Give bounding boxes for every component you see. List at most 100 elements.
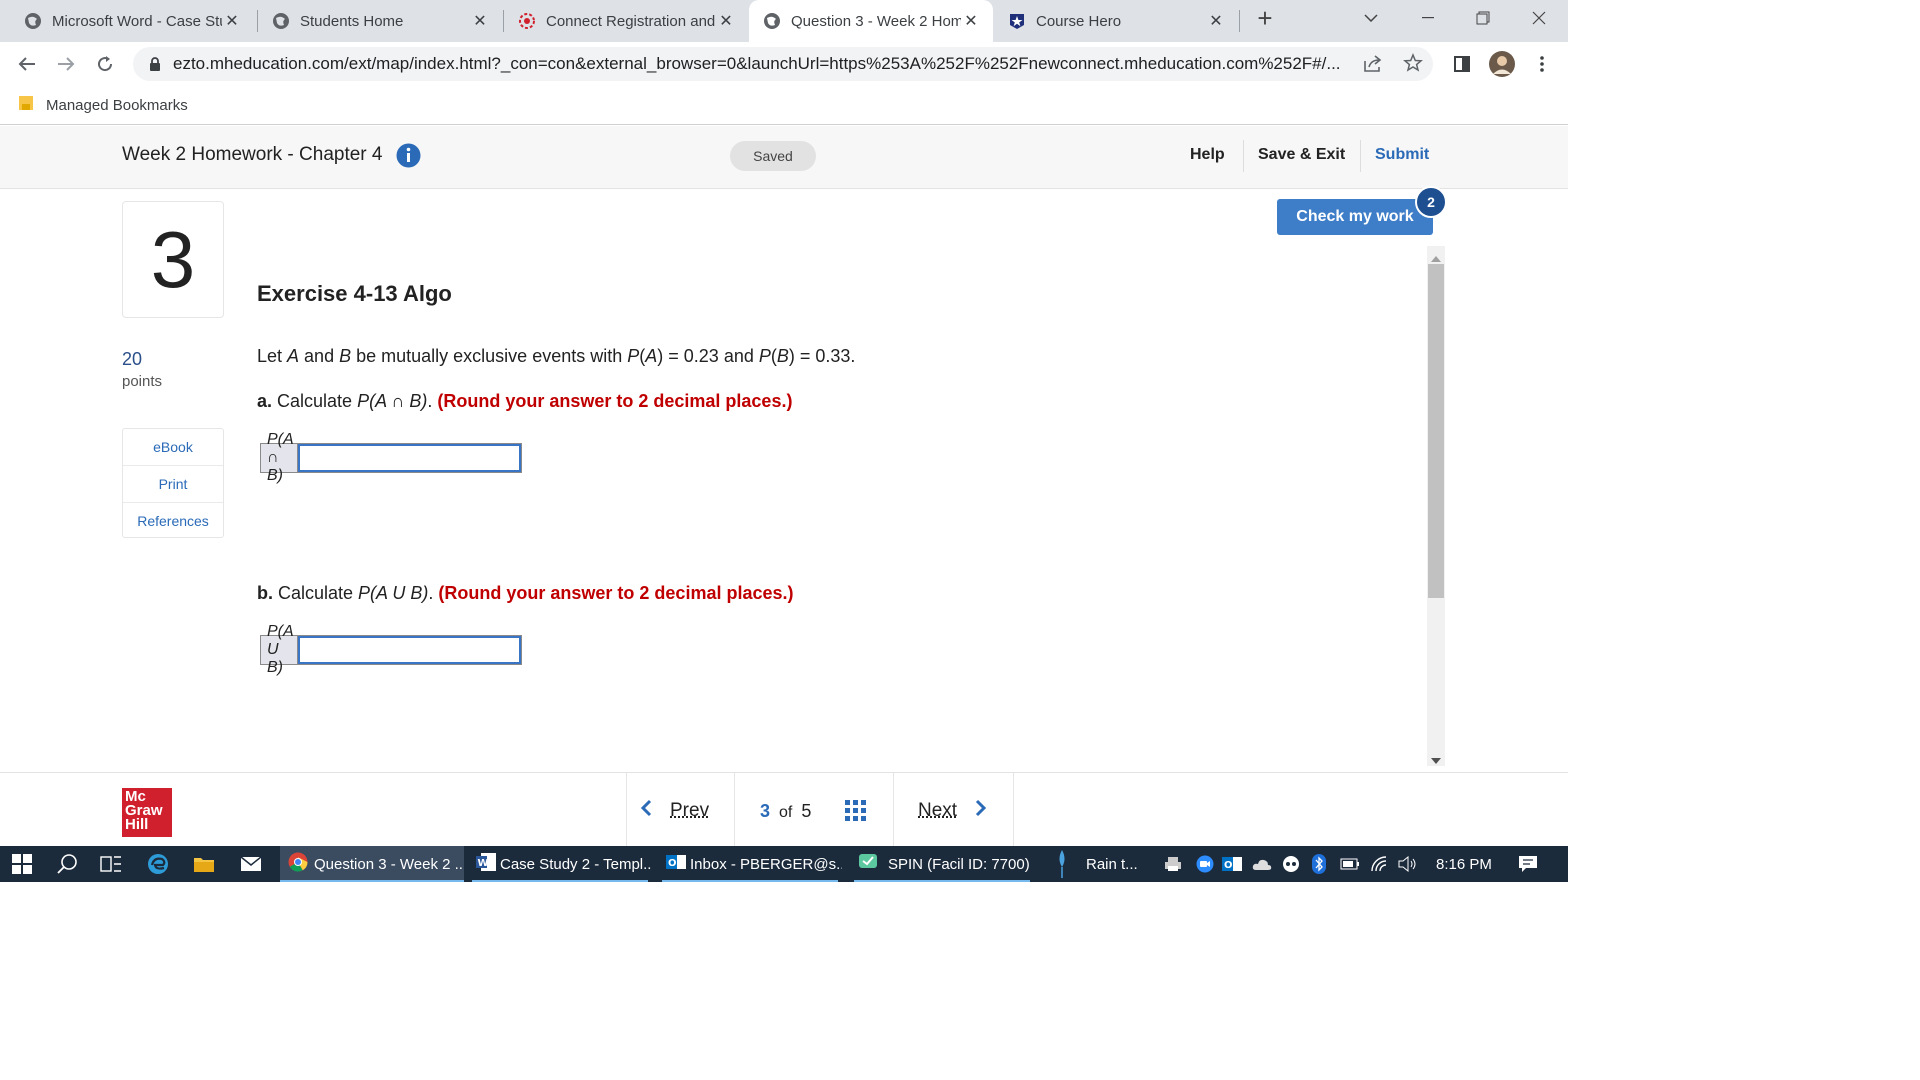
stem-text: ) = 0.33. [788,346,856,366]
outlook-tray-icon[interactable]: O [1222,846,1242,882]
back-arrow-icon[interactable] [9,42,45,86]
saved-status-badge: Saved [730,141,816,171]
edge-icon[interactable] [147,846,169,882]
prev-button[interactable]: Prev [640,799,709,822]
bluetooth-icon[interactable] [1312,846,1326,882]
browser-tab-students-home[interactable]: Students Home ✕ [258,0,502,42]
check-my-work-button[interactable]: Check my work [1277,199,1433,235]
clock-time[interactable]: 8:16 PM [1436,846,1492,882]
ebook-link[interactable]: eBook [123,429,223,466]
tab-search-chevron-icon[interactable] [1346,0,1396,36]
close-icon[interactable]: ✕ [716,11,736,31]
scrollbar-thumb[interactable] [1428,264,1444,598]
managed-bookmarks-folder[interactable]: Managed Bookmarks [18,94,188,117]
taskbar-app-chrome[interactable]: Question 3 - Week 2 ... [280,846,464,882]
window-minimize-icon[interactable] [1401,0,1455,36]
help-link[interactable]: Help [1190,146,1225,164]
notification-center-icon[interactable] [1518,846,1538,882]
word-icon: W [476,853,496,875]
onedrive-cloud-icon[interactable] [1252,846,1272,882]
page-indicator: 3 of 5 [760,801,811,822]
part-b-answer-input[interactable] [298,636,521,664]
current-page: 3 [760,801,771,821]
bookmark-star-icon[interactable] [1403,53,1423,78]
points-value: 20 [122,349,143,369]
window-close-icon[interactable] [1512,0,1566,36]
browser-tab-course-hero[interactable]: Course Hero ✕ [994,0,1238,42]
meet-now-icon[interactable] [1282,846,1300,882]
bookmarks-bar: Managed Bookmarks [0,86,1568,125]
taskbar-app-word[interactable]: W Case Study 2 - Templ... [468,846,652,882]
address-bar[interactable]: ezto.mheducation.com/ext/map/index.html?… [133,47,1433,81]
task-view-icon[interactable] [100,846,122,882]
spin-icon [858,853,878,875]
file-explorer-icon[interactable] [193,846,215,882]
svg-text:W: W [478,858,489,869]
next-button[interactable]: Next [918,799,987,822]
references-link[interactable]: References [123,503,223,539]
info-icon[interactable] [396,143,421,173]
globe-icon [272,12,290,30]
tab-title: Question 3 - Week 2 Hom [791,12,961,30]
print-link[interactable]: Print [123,466,223,503]
bookmark-label: Managed Bookmarks [46,97,188,114]
browser-tab-question-3[interactable]: Question 3 - Week 2 Hom ✕ [749,0,993,42]
header-divider [1243,140,1244,172]
weather-text[interactable]: Rain t... [1086,846,1138,882]
close-icon[interactable]: ✕ [470,11,490,31]
exercise-title: Exercise 4-13 Algo [257,281,452,306]
active-indicator [280,880,464,882]
taskbar-app-outlook[interactable]: O Inbox - PBERGER@s... [658,846,842,882]
browser-tab-strip: Microsoft Word - Case Stu ✕ Students Hom… [0,0,1568,42]
printer-icon[interactable] [1164,846,1182,882]
chevron-right-icon [975,799,987,822]
avatar[interactable] [1484,42,1520,86]
close-icon[interactable]: ✕ [222,11,242,31]
window-restore-icon[interactable] [1456,0,1510,36]
part-b-text: . [428,583,439,603]
part-a-answer-input[interactable] [298,444,521,472]
browser-toolbar: ezto.mheducation.com/ext/map/index.html?… [0,42,1568,86]
search-icon[interactable] [56,846,78,882]
stem-text: be mutually exclusive events with [351,346,628,366]
globe-icon [763,12,781,30]
tab-title: Students Home [300,12,404,30]
mail-icon[interactable] [240,846,262,882]
taskbar-app-label: Inbox - PBERGER@s... [690,855,842,873]
logo-line: Hill [125,816,149,833]
windows-start-icon[interactable] [12,846,32,882]
question-stem: Let A and B be mutually exclusive events… [257,346,855,367]
close-icon[interactable]: ✕ [961,11,981,31]
stem-text: Let [257,346,288,366]
question-grid-icon[interactable] [845,800,866,826]
side-panel-icon[interactable] [1444,42,1480,86]
zoom-icon[interactable] [1196,846,1214,882]
stem-text: and [299,346,340,366]
forward-arrow-icon[interactable] [48,42,84,86]
submit-link[interactable]: Submit [1375,146,1429,164]
assignment-header: Week 2 Homework - Chapter 4 Saved Help S… [0,126,1568,189]
stem-var: A [645,346,658,366]
weather-rain-icon [1055,846,1069,882]
taskbar-app-label: Case Study 2 - Templ... [500,855,652,873]
mcgraw-hill-logo: Mc Graw Hill [122,788,172,837]
part-a-expression: P(A ∩ B) [357,391,428,411]
more-menu-icon[interactable] [1524,42,1560,86]
of-label: of [779,804,793,821]
new-tab-plus-icon[interactable]: + [1240,0,1290,36]
close-icon[interactable]: ✕ [1206,11,1226,31]
wifi-icon[interactable] [1370,846,1390,882]
question-footer: Mc Graw Hill Prev 3 of 5 Next [0,772,1568,847]
volume-icon[interactable] [1398,846,1418,882]
taskbar-app-spin[interactable]: SPIN (Facil ID: 7700) [850,846,1034,882]
browser-tab-connect-registration[interactable]: Connect Registration and ✕ [504,0,748,42]
browser-tab-word[interactable]: Microsoft Word - Case Stu ✕ [10,0,254,42]
share-icon[interactable] [1363,55,1383,78]
part-b-expression: P(A U B) [358,583,429,603]
part-a-text: . [427,391,438,411]
part-b-prefix: b. [257,583,273,603]
scroll-down-arrow-icon[interactable] [1430,752,1442,770]
reload-icon[interactable] [87,42,123,86]
question-number: 3 [122,201,224,318]
save-exit-link[interactable]: Save & Exit [1258,146,1345,164]
